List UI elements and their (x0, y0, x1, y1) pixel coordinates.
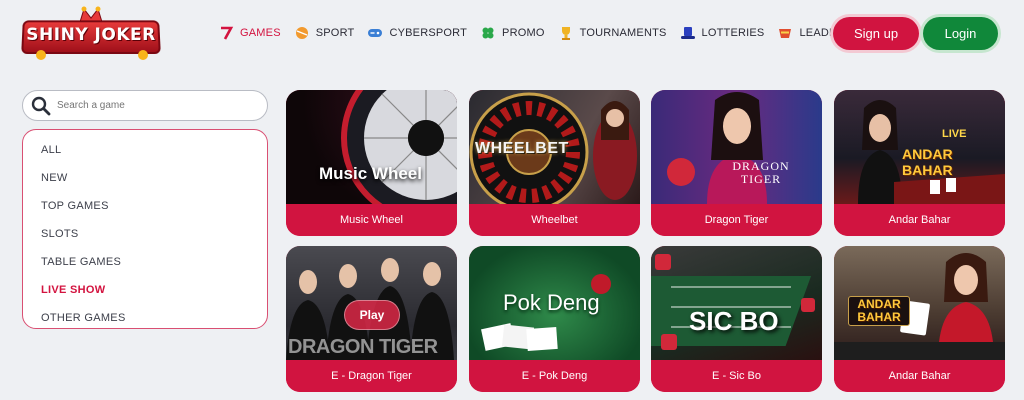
nav-sport[interactable]: SPORT (294, 25, 355, 41)
badge-icon (779, 29, 792, 38)
trophy-icon (561, 27, 570, 40)
game-card-e-dragon-tiger[interactable]: Play DRAGON TIGER E - Dragon Tiger (286, 246, 457, 392)
nav-label: PROMO (502, 27, 545, 39)
coin-icon (36, 50, 46, 60)
thumb-title: Music Wheel (319, 164, 422, 183)
dealer-image (667, 92, 767, 204)
ball-icon (295, 27, 308, 39)
thumb-title: Pok Deng (503, 290, 600, 315)
wheel-icon (341, 90, 457, 204)
game-card-andar-bahar[interactable]: LIVE ANDAR BAHAR Andar Bahar (834, 90, 1005, 236)
live-badge: LIVE (942, 128, 967, 140)
game-name: E - Dragon Tiger (286, 360, 457, 392)
game-name: E - Sic Bo (651, 360, 822, 392)
top-hat-icon (680, 27, 695, 39)
category-live-show[interactable]: LIVE SHOW (23, 276, 267, 304)
signup-button[interactable]: Sign up (833, 17, 919, 50)
nav-label: GAMES (240, 27, 281, 39)
clover-icon (482, 27, 494, 39)
nav-label: TOURNAMENTS (579, 27, 667, 39)
game-name: Andar Bahar (834, 360, 1005, 392)
thumb-title: DRAGON TIGER (288, 336, 438, 358)
nav-label: CYBERSPORT (389, 27, 468, 39)
nav-promo[interactable]: PROMO (480, 25, 545, 41)
game-name: Dragon Tiger (651, 204, 822, 236)
game-thumbnail: ANDAR BAHAR (834, 246, 1005, 360)
game-card-andar-bahar-2[interactable]: ANDAR BAHAR Andar Bahar (834, 246, 1005, 392)
game-thumbnail: Music Wheel (286, 90, 457, 204)
game-thumbnail: WHEELBET (469, 90, 640, 204)
nav-label: SPORT (315, 27, 355, 39)
seven-icon (221, 26, 234, 40)
thumb-title: ANDAR BAHAR (902, 146, 953, 178)
nav-tournaments[interactable]: TOURNAMENTS (558, 25, 667, 41)
gamepad-icon (368, 29, 383, 37)
game-card-e-sic-bo[interactable]: SIC BO E - Sic Bo (651, 246, 822, 392)
category-top-games[interactable]: TOP GAMES (23, 192, 267, 220)
game-name: E - Pok Deng (469, 360, 640, 392)
game-thumbnail: Play DRAGON TIGER (286, 246, 457, 360)
game-card-dragon-tiger[interactable]: DRAGON TIGER Dragon Tiger (651, 90, 822, 236)
thumb-title: SIC BO (689, 306, 779, 336)
game-thumbnail: DRAGON TIGER (651, 90, 822, 204)
category-table-games[interactable]: TABLE GAMES (23, 248, 267, 276)
category-menu: ALL NEW TOP GAMES SLOTS TABLE GAMES LIVE… (22, 129, 268, 329)
thumb-title: ANDAR BAHAR (848, 296, 910, 326)
category-new[interactable]: NEW (23, 164, 267, 192)
thumb-title: DRAGON TIGER (732, 159, 790, 186)
category-other-games[interactable]: OTHER GAMES (23, 304, 267, 332)
game-card-e-pok-deng[interactable]: Pok Deng E - Pok Deng (469, 246, 640, 392)
nav-cybersport[interactable]: CYBERSPORT (367, 25, 467, 41)
brand-logo[interactable]: SHINY JOKER (21, 6, 162, 62)
play-button[interactable]: Play (344, 300, 400, 330)
game-thumbnail: Pok Deng (469, 246, 640, 360)
login-button[interactable]: Login (923, 17, 998, 50)
game-name: Wheelbet (469, 204, 640, 236)
coin-icon (138, 50, 148, 60)
game-card-music-wheel[interactable]: Music Wheel Music Wheel (286, 90, 457, 236)
dice-image (651, 254, 815, 350)
category-all[interactable]: ALL (23, 136, 267, 164)
main-nav: GAMES SPORT CYBERSPORT PROMO TOURNAMENTS… (218, 24, 898, 42)
search-input[interactable] (57, 100, 247, 111)
game-thumbnail: LIVE ANDAR BAHAR (834, 90, 1005, 204)
thumb-title: WHEELBET (475, 140, 569, 157)
nav-label: LOTTERIES (701, 27, 765, 39)
game-search (22, 90, 268, 121)
nav-games[interactable]: GAMES (218, 25, 281, 41)
brand-name: SHINY JOKER (26, 25, 156, 45)
game-name: Andar Bahar (834, 204, 1005, 236)
game-card-wheelbet[interactable]: WHEELBET Wheelbet (469, 90, 640, 236)
nav-lotteries[interactable]: LOTTERIES (680, 25, 765, 41)
category-slots[interactable]: SLOTS (23, 220, 267, 248)
game-thumbnail: SIC BO (651, 246, 822, 360)
search-icon (31, 96, 51, 115)
game-name: Music Wheel (286, 204, 457, 236)
